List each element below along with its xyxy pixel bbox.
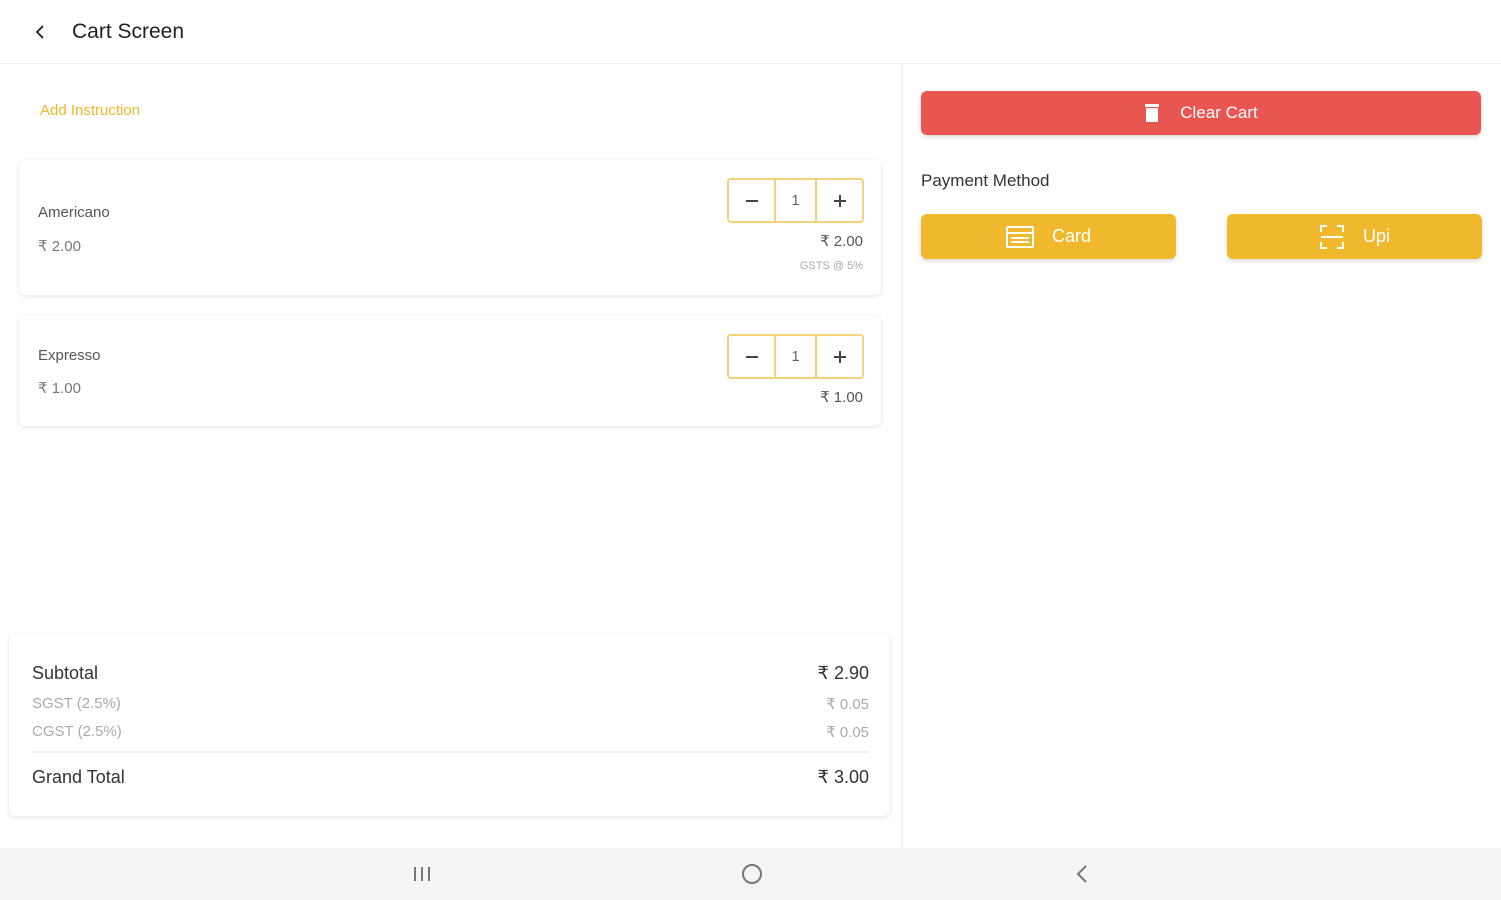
cart-item-americano: Americano ₹ 2.00 1 ₹ 2.00 GSTS @ 5% [19,160,881,295]
app-bar: Cart Screen [0,0,1501,64]
item-line-total: ₹ 2.00 [820,233,863,250]
item-tax-note: GSTS @ 5% [799,260,863,272]
card-label: Card [1051,226,1091,246]
recent-apps-button[interactable] [402,858,442,890]
cgst-value: ₹ 0.05 [826,724,869,741]
cgst-row: CGST (2.5%) ₹ 0.05 [32,723,869,741]
quantity-stepper: 1 [727,334,864,379]
quantity-stepper: 1 [727,178,864,223]
subtotal-label: Subtotal [32,663,99,683]
clear-cart-label: Clear Cart [1180,103,1258,122]
recent-apps-icon [414,867,430,881]
plus-icon [833,350,846,363]
item-unit-price: ₹ 2.00 [38,238,81,255]
minus-icon [745,355,758,358]
payment-method-label: Payment Method [921,171,1050,190]
subtotal-value: ₹ 2.90 [817,663,870,683]
credit-card-icon [1005,225,1034,248]
sgst-value: ₹ 0.05 [826,696,869,713]
scan-icon [1319,224,1345,250]
decrement-button[interactable] [729,336,774,377]
increment-button[interactable] [817,180,862,221]
quantity-value: 1 [774,180,817,221]
item-name: Americano [38,204,110,221]
system-nav-bar [0,848,1501,900]
minus-icon [745,199,758,202]
card-payment-button[interactable]: Card [921,214,1176,259]
item-name: Expresso [38,347,101,364]
cgst-label: CGST (2.5%) [32,723,122,740]
upi-label: Upi [1362,226,1390,246]
item-unit-price: ₹ 1.00 [38,380,81,397]
plus-icon [833,194,846,207]
sgst-row: SGST (2.5%) ₹ 0.05 [32,695,869,713]
page-title: Cart Screen [72,20,185,43]
chevron-left-icon [35,25,44,39]
clear-cart-button[interactable]: Clear Cart [921,91,1481,135]
trash-icon [1144,103,1160,123]
grand-total-label: Grand Total [32,767,125,787]
subtotal-row: Subtotal ₹ 2.90 [32,663,869,684]
cart-item-expresso: Expresso ₹ 1.00 1 ₹ 1.00 [19,316,881,426]
grand-total-row: Grand Total ₹ 3.00 [32,767,869,788]
home-circle-icon [742,864,762,884]
summary-divider [32,751,869,753]
upi-payment-button[interactable]: Upi [1227,214,1482,259]
decrement-button[interactable] [729,180,774,221]
add-instruction-link[interactable]: Add Instruction [40,102,140,119]
item-line-total: ₹ 1.00 [820,389,863,406]
system-back-button[interactable] [1062,858,1102,890]
grand-total-value: ₹ 3.00 [817,767,870,787]
sgst-label: SGST (2.5%) [32,695,121,712]
quantity-value: 1 [774,336,817,377]
back-button[interactable] [26,18,54,46]
chevron-left-icon [1076,865,1087,883]
increment-button[interactable] [817,336,862,377]
pane-divider [901,64,903,848]
home-button[interactable] [732,858,772,890]
order-summary: Subtotal ₹ 2.90 SGST (2.5%) ₹ 0.05 CGST … [9,634,890,816]
